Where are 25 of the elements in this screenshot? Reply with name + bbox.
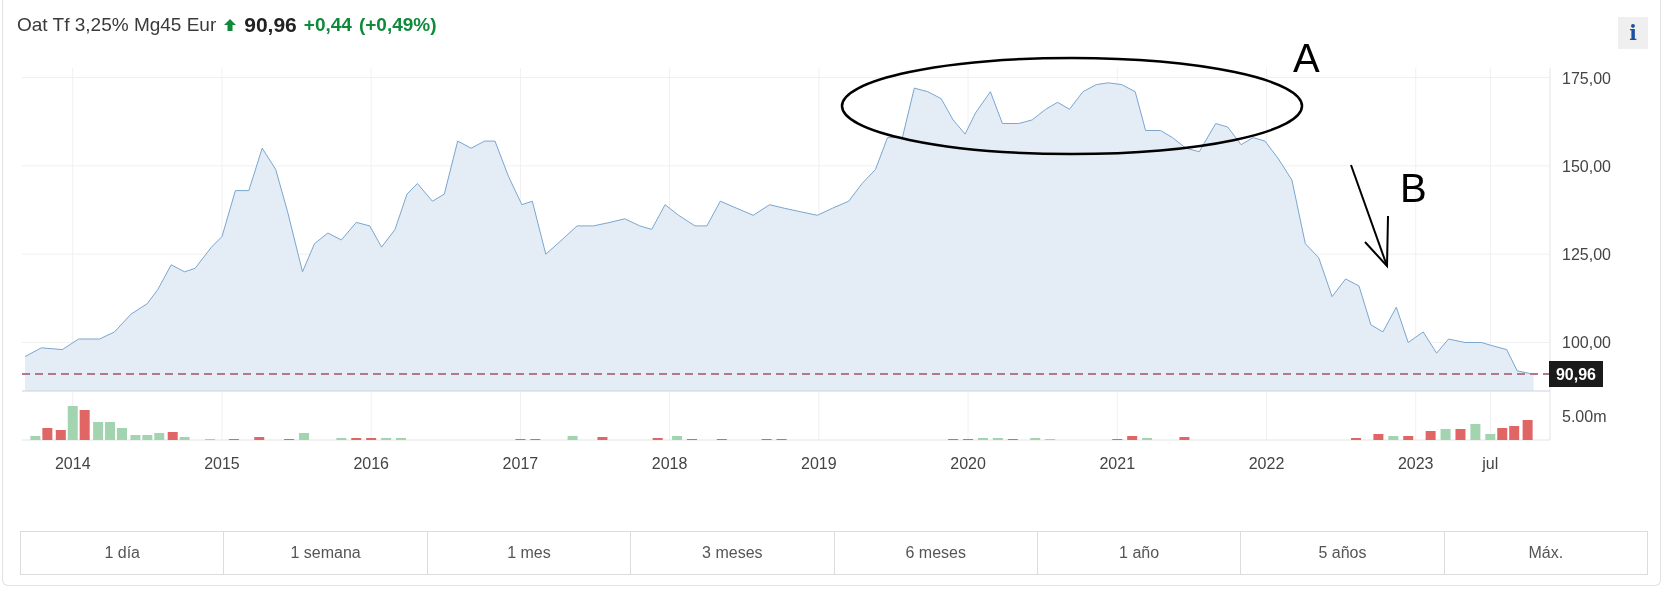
axis-label: 2019	[801, 455, 837, 472]
axis-label: 2015	[204, 455, 240, 472]
annotation-label: B	[1400, 166, 1427, 210]
axis-label: 125,00	[1562, 246, 1611, 264]
axis-label: 2018	[651, 455, 688, 472]
axis-label: 2021	[1099, 455, 1136, 472]
percent-change: (+0,49%)	[358, 14, 437, 36]
price-tag: 90,96	[1549, 361, 1603, 387]
price-value: 90,96	[244, 13, 297, 37]
axis-label: 175,00	[1562, 69, 1611, 87]
up-arrow-icon	[223, 18, 238, 32]
axis-label: 100,00	[1562, 334, 1611, 352]
axis-label: 2020	[950, 455, 986, 472]
instrument-name: Oat Tf 3,25% Mg45 Eur	[17, 14, 217, 36]
axis-label: jul	[1482, 455, 1499, 472]
axis-label: 2022	[1248, 455, 1285, 472]
axis-label: 2014	[54, 455, 91, 472]
axis-label: 2023	[1397, 455, 1434, 472]
axis-label: 2017	[502, 455, 539, 472]
price-change: +0,44	[303, 14, 352, 36]
info-button[interactable]: i	[1618, 17, 1648, 49]
axis-label: 2016	[353, 455, 389, 472]
axis-label: 150,00	[1562, 157, 1611, 175]
annotation-label: A	[1293, 36, 1320, 80]
volume-axis-label: 5.00m	[1562, 408, 1607, 425]
